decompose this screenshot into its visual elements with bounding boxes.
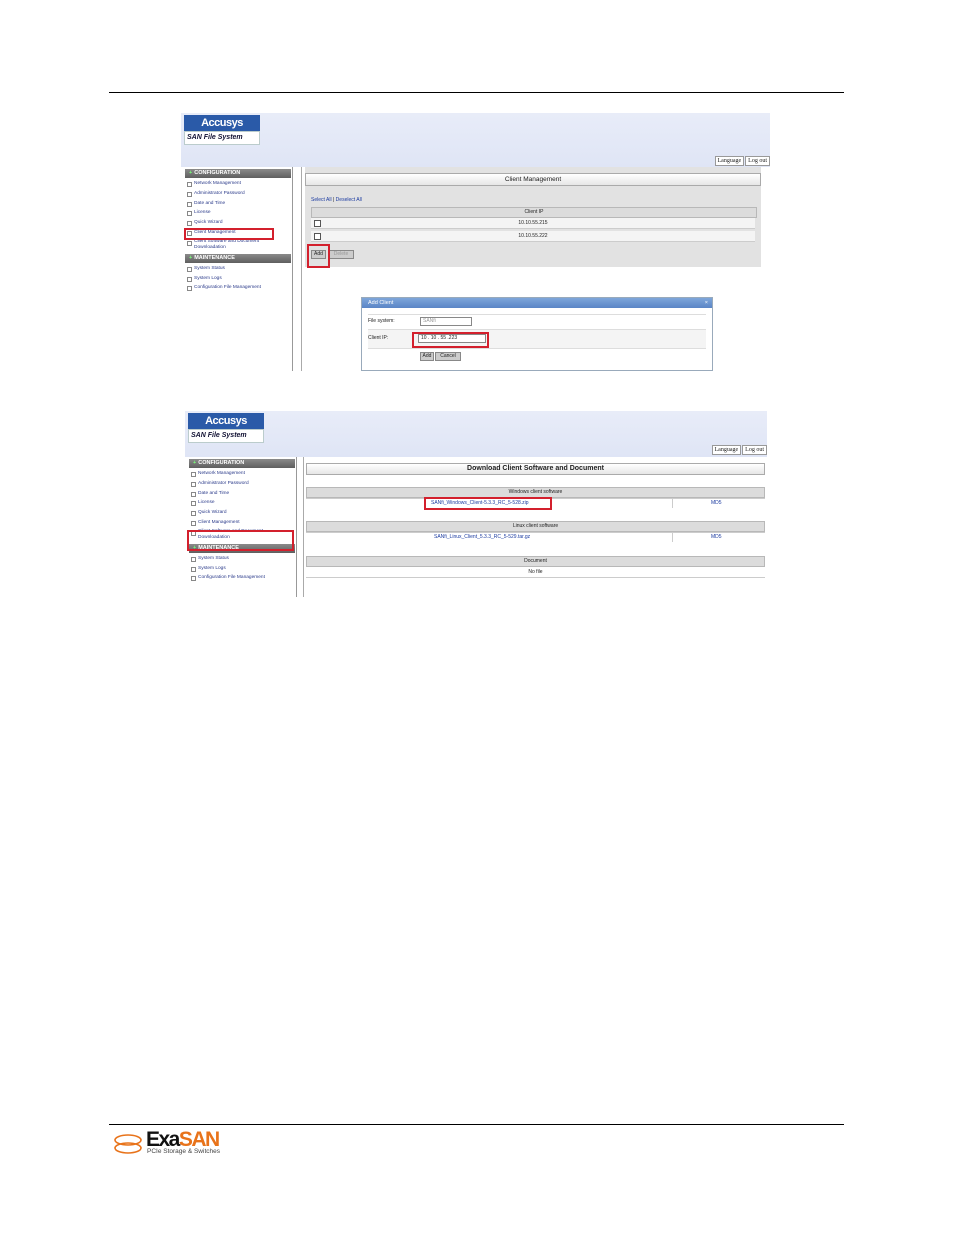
nav-administrator-password[interactable]: Administrator Password <box>188 479 296 489</box>
highlight-add-button <box>307 244 330 268</box>
header-rule <box>109 92 844 93</box>
nav-config-file-management[interactable]: Configuration File Management <box>188 573 296 583</box>
footer-tagline: PCIe Storage & Switches <box>147 1148 220 1155</box>
table-row: 10.10.55.215 <box>311 218 755 229</box>
client-management-panel: Client Management Select All | Deselect … <box>305 167 761 267</box>
nav-client-management[interactable]: Client Management <box>188 518 296 528</box>
document-header: Document <box>306 556 765 567</box>
nav-quick-wizard[interactable]: Quick Wizard <box>184 218 292 228</box>
logout-link[interactable]: Log out <box>742 445 767 455</box>
nav-administrator-password[interactable]: Administrator Password <box>184 189 292 199</box>
download-panel: Download Client Software and Document Wi… <box>306 457 765 597</box>
nav-system-logs[interactable]: System Logs <box>184 274 292 284</box>
fs-field[interactable]: SANfi <box>420 317 472 326</box>
linux-header: Linux client software <box>306 521 765 532</box>
nav-config-file-management[interactable]: Configuration File Management <box>184 283 292 293</box>
app-logo: Accusys SAN File System <box>184 115 260 145</box>
highlight-client-management-nav <box>184 228 274 240</box>
maint-header: + MAINTENANCE <box>185 253 291 263</box>
dialog-add-button[interactable]: Add <box>420 352 434 361</box>
close-icon[interactable]: × <box>705 298 708 308</box>
nav-quick-wizard[interactable]: Quick Wizard <box>188 508 296 518</box>
nav-date-and-time[interactable]: Date and Time <box>188 489 296 499</box>
linux-md5-link[interactable]: MD5 <box>711 532 722 542</box>
deselect-all-link[interactable]: Deselect All <box>336 197 362 203</box>
nav-network-management[interactable]: Network Management <box>188 469 296 479</box>
ip-label: Client IP: <box>368 335 389 341</box>
language-link[interactable]: Language <box>714 156 745 166</box>
logout-link[interactable]: Log out <box>745 156 770 166</box>
app-header: Accusys SAN File System Language Log out <box>185 411 767 457</box>
row-checkbox[interactable] <box>314 233 321 240</box>
column-header-ip: Client IP <box>311 207 757 218</box>
config-header: + CONFIGURATION <box>185 169 291 178</box>
exasan-logo: ExaSAN PCIe Storage & Switches <box>114 1128 224 1160</box>
sidebar: + CONFIGURATION Network Management Admini… <box>188 457 297 597</box>
nav-license[interactable]: License <box>188 498 296 508</box>
app-logo: Accusys SAN File System <box>188 413 264 443</box>
footer-rule <box>109 1124 844 1125</box>
nav-date-and-time[interactable]: Date and Time <box>184 199 292 209</box>
table-row: 10.10.55.222 <box>311 231 755 242</box>
linux-row: SANfi_Linux_Client_5.3.3_RC_5-529.tar.gz… <box>306 532 765 542</box>
page-title: Client Management <box>305 173 761 186</box>
app-header: Accusys SAN File System Language Log out <box>181 113 770 167</box>
dialog-title: Add Client × <box>362 298 712 308</box>
row-checkbox[interactable] <box>314 220 321 227</box>
nav-license[interactable]: License <box>184 208 292 218</box>
nav-network-management[interactable]: Network Management <box>184 179 292 189</box>
client-management-screenshot: Accusys SAN File System Language Log out… <box>181 113 770 371</box>
highlight-client-ip <box>412 332 489 348</box>
dialog-cancel-button[interactable]: Cancel <box>435 352 461 361</box>
linux-file-link[interactable]: SANfi_Linux_Client_5.3.3_RC_5-529.tar.gz <box>434 532 530 542</box>
select-all-link[interactable]: Select All <box>311 197 332 203</box>
delete-client-button[interactable]: Delete <box>328 250 354 259</box>
content-divider <box>303 457 304 597</box>
document-row: No file <box>306 567 765 578</box>
exasan-swoosh-icon <box>114 1134 142 1154</box>
highlight-windows-file <box>424 497 552 510</box>
config-header: + CONFIGURATION <box>189 459 295 468</box>
nav-system-logs[interactable]: System Logs <box>188 564 296 574</box>
highlight-client-software-nav <box>187 530 294 551</box>
fs-label: File system: <box>368 318 395 324</box>
download-screenshot: Accusys SAN File System Language Log out… <box>185 411 767 597</box>
nav-system-status[interactable]: System Status <box>188 554 296 564</box>
language-link[interactable]: Language <box>711 445 742 455</box>
sidebar: + CONFIGURATION Network Management Admini… <box>184 167 293 371</box>
content-divider <box>301 167 302 371</box>
page-title: Download Client Software and Document <box>306 463 765 475</box>
windows-md5-link[interactable]: MD5 <box>711 498 722 508</box>
nav-system-status[interactable]: System Status <box>184 264 292 274</box>
